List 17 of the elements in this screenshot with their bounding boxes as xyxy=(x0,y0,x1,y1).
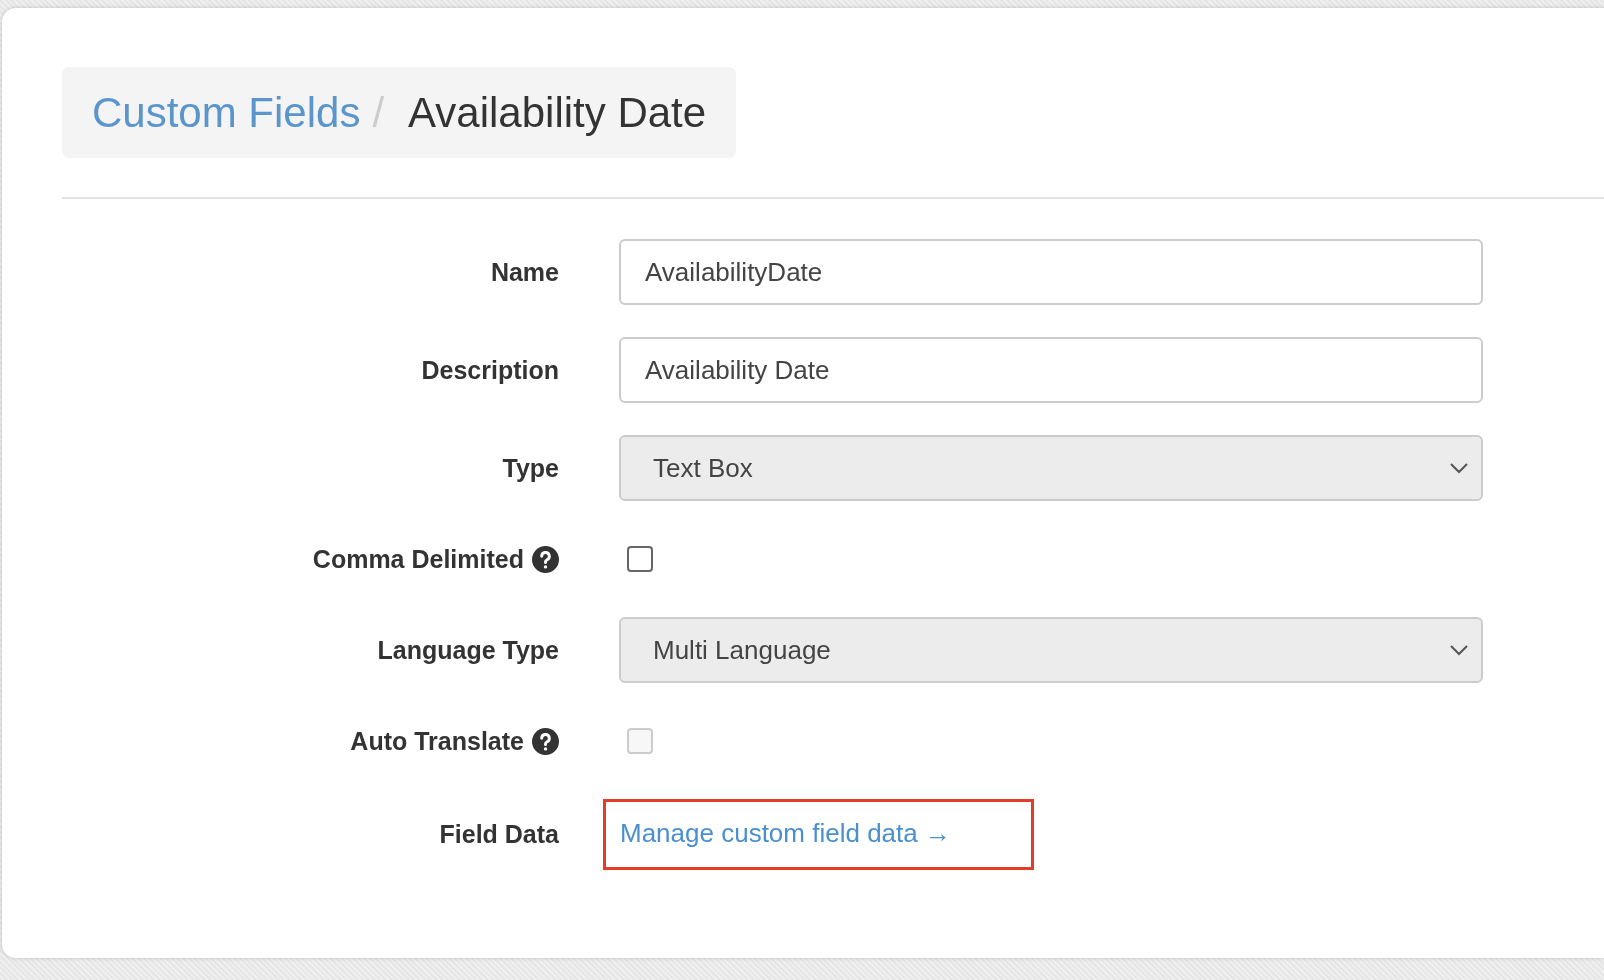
page-title: Availability Date xyxy=(408,88,707,137)
caret-icon xyxy=(1449,462,1469,474)
help-icon[interactable] xyxy=(532,545,559,573)
caret-icon xyxy=(1449,644,1469,656)
field-label: Auto Translate xyxy=(350,726,524,756)
field-label: Description xyxy=(421,355,559,385)
field-label: Name xyxy=(490,257,559,287)
field-label: Type xyxy=(502,453,559,483)
field-label: Field Data xyxy=(439,820,559,849)
field-label: Comma Delimited xyxy=(312,544,524,574)
field-label: Language Type xyxy=(377,635,559,665)
text-input-field[interactable]: AvailabilityDate xyxy=(619,239,1483,305)
dropdown[interactable]: Multi Language xyxy=(619,617,1483,683)
text-input-field[interactable]: Availability Date xyxy=(619,337,1483,403)
dropdown[interactable]: Text Box xyxy=(619,435,1483,501)
breadcrumb-separator: / xyxy=(372,88,385,137)
checkbox[interactable] xyxy=(627,546,653,572)
